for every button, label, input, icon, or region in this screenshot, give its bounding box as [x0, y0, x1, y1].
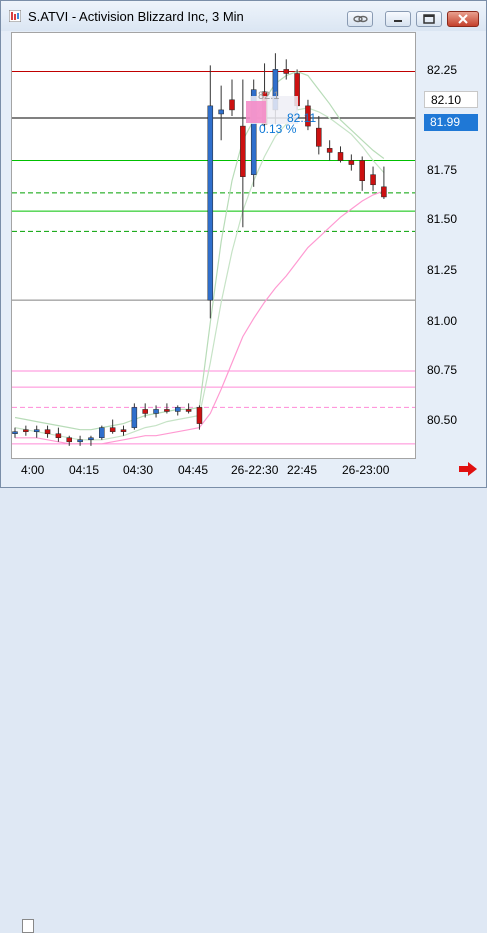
candle-body	[88, 437, 94, 441]
y-tick: 80.75	[427, 363, 458, 377]
candle-body	[337, 152, 344, 161]
candle-body	[240, 125, 246, 177]
current-price-tag: 82.10	[424, 91, 478, 108]
candle-body	[44, 429, 51, 434]
candle-body	[33, 429, 40, 432]
candle-body	[229, 99, 235, 111]
y-tick: 82.25	[427, 63, 458, 77]
candle-body	[164, 409, 170, 412]
candle-body	[359, 160, 365, 181]
axis-scroll-handle[interactable]	[22, 919, 34, 933]
candle-body	[207, 105, 214, 301]
candle-body	[109, 427, 116, 432]
candle-body	[348, 160, 355, 165]
restore-icon	[423, 14, 435, 24]
candlestick-chart: 82.1 82.11 0.13 %	[12, 53, 415, 446]
candle-body	[326, 148, 333, 153]
x-tick: 04:30	[123, 463, 154, 477]
x-tick: 04:45	[178, 463, 209, 477]
overlay-faded-label: 82.1	[258, 90, 279, 102]
candle-body	[66, 437, 72, 443]
minimize-icon	[394, 20, 402, 22]
x-tick: 26-23:00	[342, 463, 390, 477]
last-price-tag: 81.99	[424, 114, 478, 131]
close-button[interactable]	[447, 11, 479, 27]
y-tick: 81.25	[427, 263, 458, 277]
band-middle-line	[14, 107, 385, 441]
candle-body	[316, 127, 322, 147]
candle-body	[283, 69, 289, 74]
candle-body	[185, 409, 192, 412]
chart-window: S.ATVI - Activision Blizzard Inc, 3 Min	[0, 0, 487, 933]
candle-body	[12, 431, 18, 434]
link-icon	[353, 15, 368, 23]
candle-body	[77, 439, 83, 443]
minimize-button[interactable]	[385, 11, 411, 27]
scroll-right-arrow-icon[interactable]	[458, 462, 478, 476]
x-tick: 4:00	[21, 463, 45, 477]
y-tick: 81.50	[427, 212, 458, 226]
candle-body	[23, 429, 29, 432]
candle-body	[218, 109, 224, 115]
time-axis[interactable]: 4:00 04:15 04:30 04:45 26-22:30 22:45 26…	[11, 459, 416, 933]
restore-button[interactable]	[416, 11, 442, 27]
candle-body	[55, 433, 62, 439]
close-icon	[458, 14, 468, 24]
price-axis[interactable]: 82.25 82.10 81.99 81.75 81.50 81.25 81.0…	[416, 32, 483, 459]
candle-body	[142, 409, 148, 414]
x-tick: 04:15	[69, 463, 100, 477]
overlay-percent-label: 0.13 %	[259, 122, 297, 136]
y-tick: 80.50	[427, 413, 458, 427]
x-tick: 22:45	[287, 463, 318, 477]
window-title: S.ATVI - Activision Blizzard Inc, 3 Min	[28, 9, 244, 24]
candle-body	[175, 407, 181, 412]
selection-marker	[246, 101, 266, 123]
chart-app-icon	[9, 10, 21, 22]
band-upper-line	[14, 70, 385, 431]
title-bar[interactable]: S.ATVI - Activision Blizzard Inc, 3 Min	[1, 1, 486, 31]
candle-body	[120, 429, 127, 432]
price-chart-area[interactable]: 82.1 82.11 0.13 %	[11, 32, 416, 459]
link-button[interactable]	[347, 11, 373, 27]
x-tick: 26-22:30	[231, 463, 279, 477]
candle-body	[99, 427, 105, 439]
candle-body	[131, 407, 138, 428]
candle-body	[196, 407, 203, 424]
y-tick: 81.00	[427, 314, 458, 328]
candle-body	[381, 186, 387, 198]
candle-body	[370, 174, 376, 186]
candle-body	[153, 409, 159, 414]
y-tick: 81.75	[427, 163, 458, 177]
